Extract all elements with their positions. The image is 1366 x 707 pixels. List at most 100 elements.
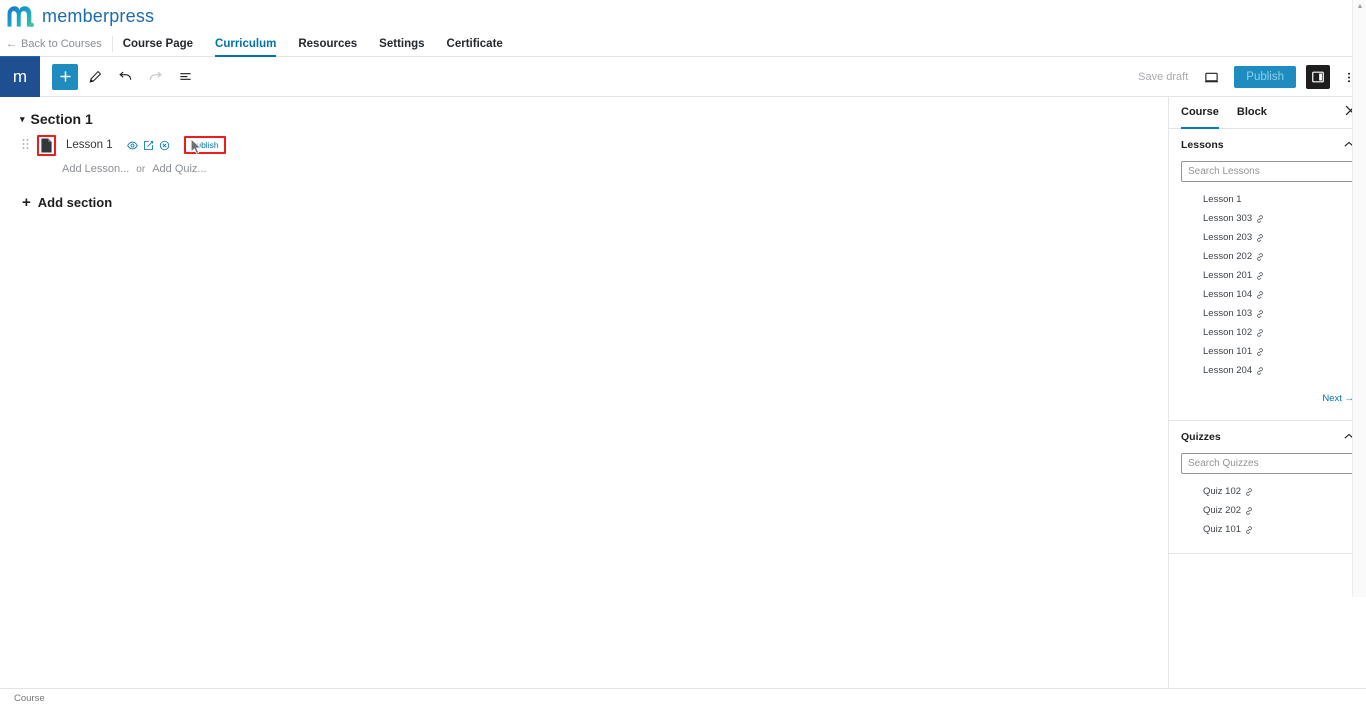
vertical-ellipsis-icon bbox=[1347, 72, 1351, 82]
memberpress-logo[interactable]: memberpress bbox=[4, 3, 154, 29]
nav-divider bbox=[111, 36, 113, 52]
section-header: ▾ Section 1 bbox=[20, 111, 1168, 127]
link-icon bbox=[1246, 525, 1252, 534]
tools-pencil-button[interactable] bbox=[82, 64, 108, 90]
quiz-item-label: Quiz 102 bbox=[1203, 486, 1242, 497]
quizzes-panel-header[interactable]: Quizzes bbox=[1181, 431, 1354, 443]
publish-button[interactable]: Publish bbox=[1234, 66, 1296, 88]
tab-course-page[interactable]: Course Page bbox=[123, 38, 193, 57]
sidebar-tab-block[interactable]: Block bbox=[1237, 97, 1267, 129]
back-to-courses-label: Back to Courses bbox=[21, 38, 102, 50]
link-icon bbox=[1257, 309, 1263, 318]
plus-icon bbox=[59, 71, 71, 82]
tab-certificate[interactable]: Certificate bbox=[447, 38, 503, 57]
list-item[interactable]: Quiz 101 bbox=[1181, 520, 1354, 539]
lesson-title[interactable]: Lesson 1 bbox=[66, 139, 113, 151]
remove-circle-x-icon[interactable] bbox=[159, 140, 170, 151]
list-item[interactable]: Quiz 102 bbox=[1181, 482, 1354, 501]
search-quizzes-input[interactable] bbox=[1181, 453, 1354, 474]
drag-handle-icon[interactable] bbox=[22, 138, 31, 152]
lesson-item-label: Lesson 201 bbox=[1203, 270, 1253, 281]
brand-name: memberpress bbox=[42, 5, 155, 26]
settings-sidebar-toggle[interactable] bbox=[1306, 65, 1330, 89]
editor-tools-left bbox=[40, 63, 198, 90]
lesson-item-label: Lesson 103 bbox=[1203, 308, 1253, 319]
search-lessons-input[interactable] bbox=[1181, 161, 1354, 182]
quizzes-panel-title: Quizzes bbox=[1181, 431, 1221, 443]
lesson-item-label: Lesson 203 bbox=[1203, 232, 1253, 243]
list-item[interactable]: Lesson 202 bbox=[1181, 247, 1354, 266]
link-icon bbox=[1257, 290, 1263, 299]
tab-resources[interactable]: Resources bbox=[298, 38, 357, 57]
lessons-panel-title: Lessons bbox=[1181, 139, 1224, 151]
memberpress-course-editor: memberpress ← Back to Courses Course Pag… bbox=[0, 0, 1366, 707]
sidebar-tabs: Course Block bbox=[1169, 97, 1366, 129]
editor-body: ▾ Section 1 Lesson 1 Publish Add Lesson.… bbox=[0, 0, 1366, 694]
link-icon bbox=[1246, 506, 1252, 515]
add-section-button[interactable]: + Add section bbox=[22, 195, 1168, 210]
link-icon bbox=[1246, 487, 1252, 496]
editor-tools-right: Save draft Publish bbox=[1138, 57, 1358, 97]
scroll-up-arrow-icon[interactable]: ▲ bbox=[1353, 0, 1366, 13]
list-view-icon bbox=[179, 73, 191, 80]
preview-button[interactable] bbox=[1198, 64, 1224, 90]
curriculum-canvas: ▾ Section 1 Lesson 1 Publish Add Lesson.… bbox=[0, 97, 1168, 694]
lesson-action-icons bbox=[126, 140, 170, 151]
list-item[interactable]: Lesson 103 bbox=[1181, 304, 1354, 323]
mouse-cursor-icon bbox=[190, 138, 202, 154]
link-icon bbox=[1257, 328, 1263, 337]
lessons-panel-header[interactable]: Lessons bbox=[1181, 139, 1354, 151]
lesson-item-label: Lesson 102 bbox=[1203, 327, 1253, 338]
document-icon[interactable] bbox=[40, 138, 53, 153]
list-item[interactable]: Lesson 303 bbox=[1181, 209, 1354, 228]
edit-pencil-icon bbox=[89, 70, 102, 83]
sidebar-tab-course[interactable]: Course bbox=[1181, 97, 1219, 129]
page-scrollbar[interactable]: ▲ bbox=[1352, 0, 1366, 597]
tab-settings[interactable]: Settings bbox=[379, 38, 424, 57]
list-item[interactable]: Lesson 1 bbox=[1181, 190, 1354, 209]
add-or-label: or bbox=[136, 163, 146, 175]
add-section-label: Add section bbox=[37, 195, 113, 210]
lessons-panel: Lessons Lesson 1 Lesson 303 bbox=[1169, 129, 1366, 421]
document-overview-button[interactable] bbox=[172, 64, 198, 90]
lesson-item-label: Lesson 1 bbox=[1203, 194, 1242, 205]
status-bar: Course bbox=[0, 688, 1366, 707]
drag-dots-icon bbox=[22, 139, 29, 149]
list-item[interactable]: Lesson 201 bbox=[1181, 266, 1354, 285]
editor-logo-letter: m bbox=[12, 66, 28, 86]
section-collapse-caret[interactable]: ▾ bbox=[20, 114, 25, 125]
list-item[interactable]: Lesson 102 bbox=[1181, 323, 1354, 342]
section-title[interactable]: Section 1 bbox=[31, 111, 93, 127]
add-lesson-link[interactable]: Add Lesson... bbox=[62, 163, 129, 175]
link-icon bbox=[1257, 366, 1263, 375]
tab-curriculum[interactable]: Curriculum bbox=[215, 38, 277, 57]
save-draft-button[interactable]: Save draft bbox=[1138, 71, 1188, 83]
add-quiz-link[interactable]: Add Quiz... bbox=[152, 163, 206, 175]
next-page-link[interactable]: Next → bbox=[1322, 393, 1354, 404]
editor-logo-button[interactable]: m bbox=[0, 56, 40, 97]
list-item[interactable]: Lesson 204 bbox=[1181, 361, 1354, 380]
edit-square-icon[interactable] bbox=[143, 140, 154, 151]
lesson-item-label: Lesson 204 bbox=[1203, 365, 1253, 376]
quiz-item-label: Quiz 202 bbox=[1203, 505, 1242, 516]
brand-bar: memberpress bbox=[0, 0, 1366, 32]
add-block-button[interactable] bbox=[52, 63, 78, 90]
quiz-item-label: Quiz 101 bbox=[1203, 524, 1242, 535]
redo-button[interactable] bbox=[142, 64, 168, 90]
list-item[interactable]: Lesson 203 bbox=[1181, 228, 1354, 247]
lessons-list: Lesson 1 Lesson 303 Lesson 203 Lesson 20… bbox=[1181, 190, 1354, 380]
back-arrow-icon: ← bbox=[6, 38, 17, 50]
monitor-preview-icon bbox=[1204, 72, 1218, 82]
link-icon bbox=[1257, 233, 1263, 242]
course-nav: ← Back to Courses Course Page Curriculum… bbox=[0, 32, 1366, 60]
list-item[interactable]: Lesson 104 bbox=[1181, 285, 1354, 304]
list-item[interactable]: Quiz 202 bbox=[1181, 501, 1354, 520]
lesson-item-label: Lesson 202 bbox=[1203, 251, 1253, 262]
undo-button[interactable] bbox=[112, 64, 138, 90]
quizzes-panel: Quizzes Quiz 102 bbox=[1169, 421, 1366, 554]
list-item[interactable]: Lesson 101 bbox=[1181, 342, 1354, 361]
preview-eye-icon[interactable] bbox=[126, 140, 138, 151]
quizzes-list: Quiz 102 Quiz 202 Quiz 101 bbox=[1181, 482, 1354, 539]
back-to-courses-link[interactable]: ← Back to Courses bbox=[0, 38, 112, 56]
course-nav-tabs: Course Page Curriculum Resources Setting… bbox=[123, 38, 503, 57]
